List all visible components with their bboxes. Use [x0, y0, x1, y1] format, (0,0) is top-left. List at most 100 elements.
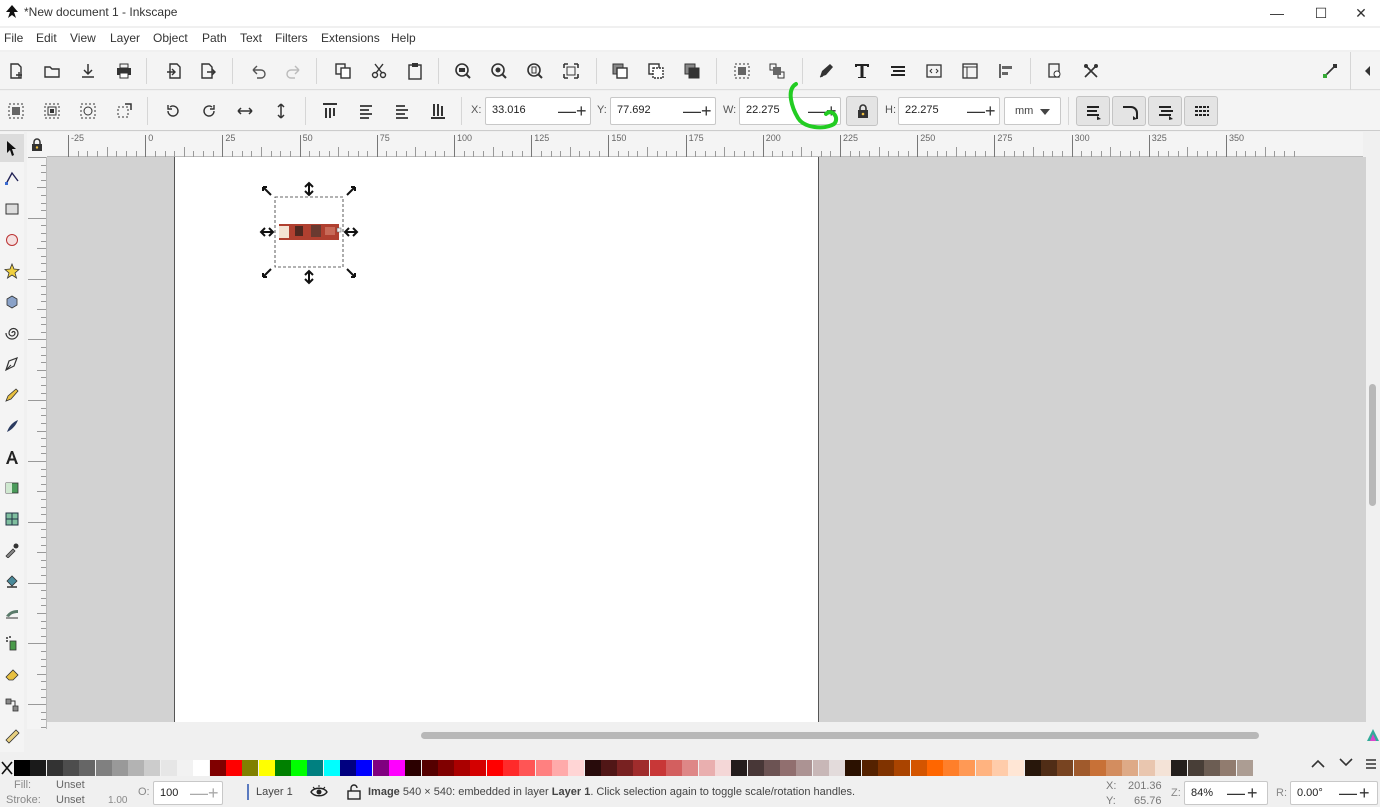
color-swatch[interactable] [780, 760, 797, 776]
zoom-drawing-icon[interactable] [487, 59, 511, 83]
paste-icon[interactable] [403, 59, 427, 83]
zoom-out-button[interactable]: — [1227, 783, 1245, 803]
color-swatch[interactable] [1106, 760, 1123, 776]
no-paint-icon[interactable] [1, 760, 13, 776]
color-swatch[interactable] [30, 760, 47, 776]
pencil-tool-icon[interactable] [0, 383, 24, 407]
horizontal-scrollbar[interactable] [47, 722, 1366, 752]
color-swatch[interactable] [95, 760, 112, 776]
unit-select[interactable]: mm [1004, 97, 1061, 125]
horizontal-scroll-thumb[interactable] [421, 732, 1259, 739]
color-swatch[interactable] [584, 760, 601, 776]
color-swatch[interactable] [1187, 760, 1204, 776]
color-swatch[interactable] [1057, 760, 1074, 776]
menu-object[interactable]: Object [153, 31, 188, 45]
maximize-button[interactable]: ☐ [1298, 0, 1344, 26]
ellipse-tool-icon[interactable] [0, 228, 24, 252]
group-icon[interactable] [730, 59, 754, 83]
color-swatch[interactable] [1073, 760, 1090, 776]
measure-tool-icon[interactable] [0, 724, 24, 748]
color-swatch[interactable] [225, 760, 242, 776]
color-swatch[interactable] [193, 760, 210, 776]
cut-icon[interactable] [367, 59, 391, 83]
color-swatch[interactable] [14, 760, 30, 776]
color-swatch[interactable] [894, 760, 911, 776]
color-swatch[interactable] [535, 760, 552, 776]
color-swatch[interactable] [1089, 760, 1106, 776]
color-swatch[interactable] [323, 760, 340, 776]
rotation-spinbox[interactable]: 0.00° — + [1290, 781, 1378, 805]
color-swatch[interactable] [666, 760, 682, 776]
x-decrement-button[interactable]: — [558, 101, 576, 121]
opacity-value[interactable]: 100 [160, 787, 178, 799]
color-swatch[interactable] [405, 760, 422, 776]
h-value[interactable]: 22.275 [905, 104, 939, 116]
move-gradients-toggle[interactable] [1148, 96, 1182, 126]
vertical-scrollbar[interactable] [1366, 132, 1380, 728]
color-swatch[interactable] [242, 760, 259, 776]
color-swatch[interactable] [470, 760, 487, 776]
color-swatch[interactable] [829, 760, 845, 776]
rotate-cw-icon[interactable] [197, 99, 221, 123]
color-swatch[interactable] [649, 760, 666, 776]
paint-bucket-tool-icon[interactable] [0, 569, 24, 593]
color-swatch[interactable] [1024, 760, 1041, 776]
snap-settings-icon[interactable] [1079, 59, 1103, 83]
scale-corners-toggle[interactable] [1112, 96, 1146, 126]
w-value[interactable]: 22.275 [746, 104, 780, 116]
zoom-in-button[interactable]: + [1247, 783, 1258, 803]
text-tool-icon[interactable] [0, 445, 24, 469]
menu-text[interactable]: Text [240, 31, 262, 45]
select-all-icon[interactable] [4, 99, 28, 123]
close-button[interactable]: ✕ [1342, 0, 1380, 26]
palette-menu-button[interactable] [1364, 757, 1378, 774]
menu-file[interactable]: File [4, 31, 23, 45]
color-swatch[interactable] [454, 760, 471, 776]
color-swatch[interactable] [209, 760, 226, 776]
color-swatch[interactable] [128, 760, 145, 776]
color-swatch[interactable] [861, 760, 878, 776]
color-swatch[interactable] [340, 760, 356, 776]
document-properties-icon[interactable] [958, 59, 982, 83]
export-icon[interactable] [196, 59, 220, 83]
color-swatch[interactable] [421, 760, 438, 776]
color-swatch[interactable] [486, 760, 503, 776]
flip-horizontal-icon[interactable] [233, 99, 257, 123]
mesh-tool-icon[interactable] [0, 507, 24, 531]
vertical-scroll-thumb[interactable] [1369, 384, 1376, 506]
pen-tool-icon[interactable] [0, 352, 24, 376]
raise-icon[interactable] [354, 99, 378, 123]
color-swatch[interactable] [160, 760, 177, 776]
color-swatch[interactable] [796, 760, 813, 776]
preferences-icon[interactable] [1043, 59, 1067, 83]
color-swatch[interactable] [682, 760, 699, 776]
lower-icon[interactable] [390, 99, 414, 123]
color-swatch[interactable] [617, 760, 634, 776]
color-swatch[interactable] [372, 760, 389, 776]
color-swatch[interactable] [763, 760, 780, 776]
x-increment-button[interactable]: + [576, 101, 587, 121]
color-swatch[interactable] [600, 760, 617, 776]
eye-icon[interactable] [310, 784, 328, 800]
color-swatch[interactable] [307, 760, 324, 776]
color-swatch[interactable] [1138, 760, 1155, 776]
color-swatch[interactable] [731, 760, 748, 776]
color-swatch[interactable] [747, 760, 764, 776]
y-decrement-button[interactable]: — [683, 101, 701, 121]
zoom-value[interactable]: 84% [1191, 787, 1213, 799]
palette-scroll-down[interactable] [1338, 756, 1354, 773]
color-swatch[interactable] [291, 760, 308, 776]
color-swatch[interactable] [274, 760, 291, 776]
current-layer-name[interactable]: Layer 1 [256, 786, 293, 798]
3d-box-tool-icon[interactable] [0, 290, 24, 314]
color-swatch[interactable] [845, 760, 862, 776]
import-icon[interactable] [162, 59, 186, 83]
color-swatch[interactable] [975, 760, 992, 776]
color-swatch[interactable] [1122, 760, 1139, 776]
color-swatch[interactable] [959, 760, 976, 776]
color-swatch[interactable] [698, 760, 715, 776]
zoom-spinbox[interactable]: 84% — + [1184, 781, 1268, 805]
gradient-tool-icon[interactable] [0, 476, 24, 500]
opacity-decrement-button[interactable]: — [190, 783, 208, 803]
h-decrement-button[interactable]: — [967, 101, 985, 121]
